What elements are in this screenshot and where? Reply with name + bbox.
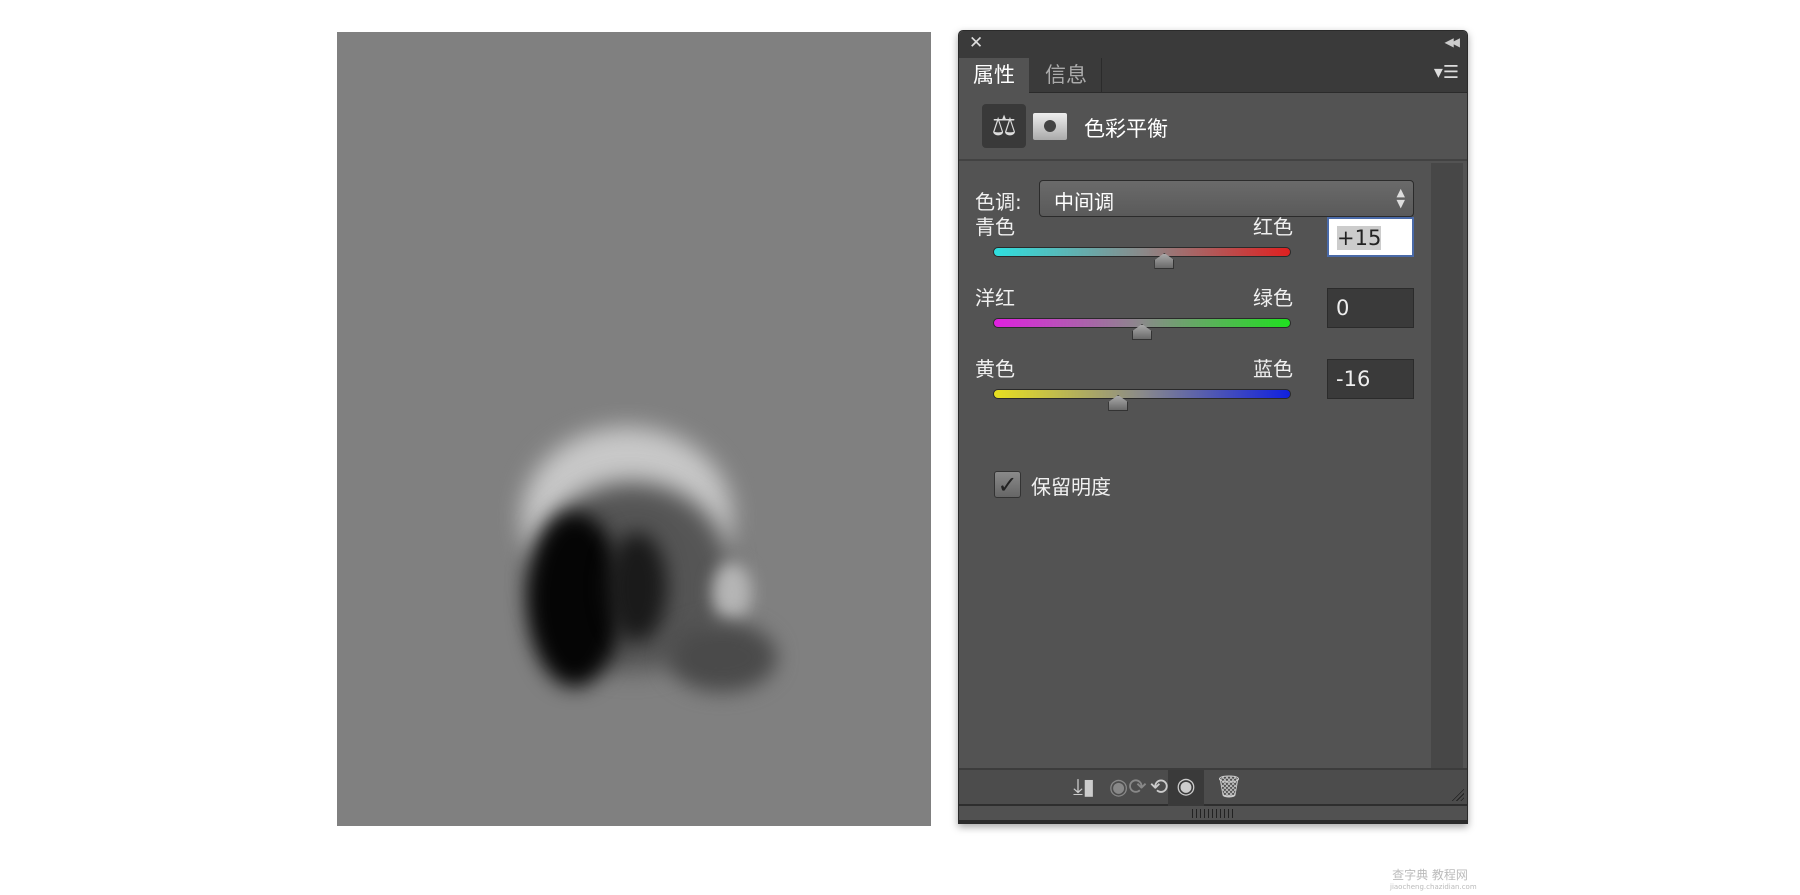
slider-track[interactable]	[993, 247, 1291, 257]
adjustment-header: ⚖ 色彩平衡	[959, 93, 1467, 161]
scrollbar[interactable]	[1431, 163, 1463, 768]
watermark-line2: jiaocheng.chazidian.com	[1390, 883, 1477, 891]
skull-jaw	[667, 622, 777, 692]
panel-tabs: 属性 信息 ▾☰	[959, 58, 1467, 93]
tab-properties[interactable]: 属性	[959, 58, 1029, 93]
slider-right-label: 蓝色	[1253, 357, 1293, 381]
mask-icon[interactable]	[1033, 113, 1067, 140]
close-icon[interactable]: ✕	[969, 33, 983, 53]
slider-track[interactable]	[993, 389, 1291, 399]
slider-left-label: 黄色	[975, 357, 1015, 381]
panel-menu-icon[interactable]: ▾☰	[1434, 62, 1459, 83]
resize-grip-icon[interactable]	[1450, 787, 1464, 801]
slider-value-input[interactable]: -16	[1327, 359, 1414, 399]
panel-footer: ⤓▮ ◉⟳ ⟲ ◉ 🗑	[959, 768, 1467, 806]
panel-titlebar: ✕ ◀◀	[959, 31, 1467, 58]
watermark-line1: 查字典 教程网	[1392, 868, 1468, 882]
slider-value-input[interactable]: 0	[1327, 288, 1414, 328]
collapse-icon[interactable]: ◀◀	[1445, 35, 1461, 49]
updown-chevron-icon: ▲ ▼	[1396, 186, 1405, 210]
slider-right-label: 红色	[1253, 215, 1293, 239]
view-previous-state-icon[interactable]: ◉⟳	[1109, 774, 1147, 802]
properties-panel: ✕ ◀◀ 属性 信息 ▾☰ ⚖ 色彩平衡 色调: 中间调 ▲ ▼ 青色 红色 +1…	[958, 30, 1468, 824]
tone-select-value: 中间调	[1054, 190, 1114, 214]
preserve-luminosity-checkbox[interactable]: ✓	[994, 471, 1021, 498]
tone-select[interactable]: 中间调 ▲ ▼	[1039, 180, 1414, 217]
tab-info[interactable]: 信息	[1031, 58, 1102, 93]
document-canvas[interactable]	[337, 32, 931, 826]
slider-left-label: 洋红	[975, 286, 1015, 310]
panel-resize-bar[interactable]	[959, 806, 1467, 823]
balance-scale-icon[interactable]: ⚖	[982, 104, 1026, 148]
slider-left-label: 青色	[975, 215, 1015, 239]
trash-icon[interactable]: 🗑	[1214, 774, 1244, 802]
preserve-luminosity-label: 保留明度	[1031, 475, 1111, 499]
watermark: 查字典 教程网 jiaocheng.chazidian.com	[1390, 866, 1477, 891]
skull-highlight	[712, 562, 752, 622]
slider-value-input[interactable]: +15	[1327, 217, 1414, 257]
skull-cheek	[607, 532, 667, 642]
clip-to-layer-icon[interactable]: ⤓▮	[1069, 774, 1099, 802]
slider-right-label: 绿色	[1253, 286, 1293, 310]
adjustment-title: 色彩平衡	[1084, 117, 1168, 141]
visibility-eye-icon[interactable]: ◉	[1168, 770, 1204, 806]
